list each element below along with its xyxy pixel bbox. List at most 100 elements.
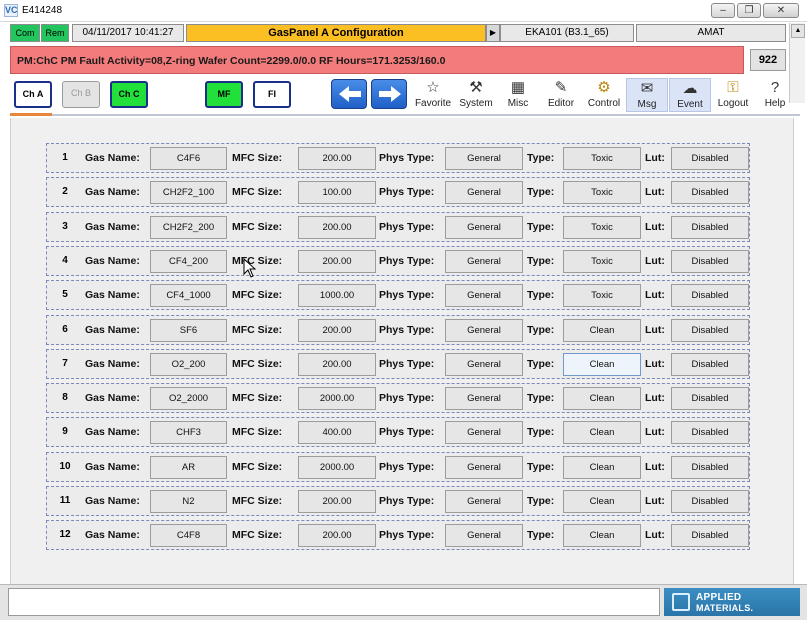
type-label: Type: bbox=[527, 255, 555, 267]
phys-type-label: Phys Type: bbox=[379, 495, 435, 507]
editor-button[interactable]: ✎ Editor bbox=[540, 78, 582, 112]
type-field[interactable]: Toxic bbox=[563, 250, 641, 273]
mfc-size-field[interactable]: 400.00 bbox=[298, 421, 376, 444]
com-indicator[interactable]: Com bbox=[10, 24, 40, 42]
gas-name-label: Gas Name: bbox=[85, 358, 140, 370]
favorite-button[interactable]: ☆ Favorite bbox=[412, 78, 454, 112]
phys-type-field[interactable]: General bbox=[445, 490, 523, 513]
gas-name-field[interactable]: AR bbox=[150, 456, 227, 479]
vendor-display: AMAT bbox=[636, 24, 786, 42]
row-number: 6 bbox=[62, 324, 68, 335]
mfc-size-field[interactable]: 200.00 bbox=[298, 490, 376, 513]
lut-field[interactable]: Disabled bbox=[671, 421, 749, 444]
restore-button[interactable]: ❐ bbox=[737, 3, 761, 18]
chamber-c-button[interactable]: Ch C bbox=[110, 81, 148, 108]
forward-button[interactable] bbox=[371, 79, 407, 109]
phys-type-field[interactable]: General bbox=[445, 181, 523, 204]
lut-field[interactable]: Disabled bbox=[671, 319, 749, 342]
lut-field[interactable]: Disabled bbox=[671, 147, 749, 170]
lut-label: Lut: bbox=[645, 221, 665, 233]
phys-type-field[interactable]: General bbox=[445, 284, 523, 307]
type-field[interactable]: Clean bbox=[563, 456, 641, 479]
minimize-button[interactable]: – bbox=[711, 3, 735, 18]
mfc-size-field[interactable]: 200.00 bbox=[298, 147, 376, 170]
msg-label: Msg bbox=[637, 99, 657, 110]
close-button[interactable]: ✕ bbox=[763, 3, 799, 18]
help-label: Help bbox=[764, 98, 786, 109]
gas-name-field[interactable]: CH2F2_100 bbox=[150, 181, 227, 204]
gas-name-field[interactable]: CF4_200 bbox=[150, 250, 227, 273]
gas-name-field[interactable]: CF4_1000 bbox=[150, 284, 227, 307]
mf-button[interactable]: MF bbox=[205, 81, 243, 108]
gas-name-label: Gas Name: bbox=[85, 392, 140, 404]
type-field[interactable]: Toxic bbox=[563, 216, 641, 239]
type-label: Type: bbox=[527, 289, 555, 301]
mfc-size-field[interactable]: 200.00 bbox=[298, 250, 376, 273]
mfc-size-field[interactable]: 200.00 bbox=[298, 353, 376, 376]
lut-field[interactable]: Disabled bbox=[671, 490, 749, 513]
gas-name-field[interactable]: CH2F2_200 bbox=[150, 216, 227, 239]
lut-field[interactable]: Disabled bbox=[671, 250, 749, 273]
gas-name-field[interactable]: SF6 bbox=[150, 319, 227, 342]
logout-button[interactable]: ⚿ Logout bbox=[712, 78, 754, 112]
back-button[interactable] bbox=[331, 79, 367, 109]
rem-indicator[interactable]: Rem bbox=[41, 24, 69, 42]
gas-name-field[interactable]: C4F6 bbox=[150, 147, 227, 170]
type-field[interactable]: Clean bbox=[563, 353, 641, 376]
fault-banner[interactable]: PM:ChC PM Fault Activity=08,Z-ring Wafer… bbox=[10, 46, 744, 74]
type-field[interactable]: Clean bbox=[563, 387, 641, 410]
lut-field[interactable]: Disabled bbox=[671, 387, 749, 410]
phys-type-field[interactable]: General bbox=[445, 524, 523, 547]
lut-field[interactable]: Disabled bbox=[671, 284, 749, 307]
misc-button[interactable]: ▦ Misc bbox=[497, 78, 539, 112]
gas-name-field[interactable]: O2_200 bbox=[150, 353, 227, 376]
fi-button[interactable]: FI bbox=[253, 81, 291, 108]
phys-type-field[interactable]: General bbox=[445, 319, 523, 342]
help-button[interactable]: ? Help bbox=[754, 78, 796, 112]
message-box[interactable] bbox=[8, 588, 660, 616]
lut-field[interactable]: Disabled bbox=[671, 456, 749, 479]
phys-type-field[interactable]: General bbox=[445, 421, 523, 444]
system-button[interactable]: ⚒ System bbox=[455, 78, 497, 112]
lut-field[interactable]: Disabled bbox=[671, 353, 749, 376]
mfc-size-field[interactable]: 2000.00 bbox=[298, 456, 376, 479]
chamber-a-button[interactable]: Ch A bbox=[14, 81, 52, 108]
phys-type-field[interactable]: General bbox=[445, 147, 523, 170]
gas-name-field[interactable]: C4F8 bbox=[150, 524, 227, 547]
msg-button[interactable]: ✉ Msg bbox=[626, 78, 668, 112]
lut-field[interactable]: Disabled bbox=[671, 216, 749, 239]
event-button[interactable]: ☁ Event bbox=[669, 78, 711, 112]
phys-type-label: Phys Type: bbox=[379, 289, 435, 301]
mfc-size-field[interactable]: 1000.00 bbox=[298, 284, 376, 307]
type-field[interactable]: Toxic bbox=[563, 181, 641, 204]
gas-name-field[interactable]: N2 bbox=[150, 490, 227, 513]
type-field[interactable]: Clean bbox=[563, 490, 641, 513]
type-field[interactable]: Toxic bbox=[563, 284, 641, 307]
phys-type-field[interactable]: General bbox=[445, 250, 523, 273]
phys-type-field[interactable]: General bbox=[445, 387, 523, 410]
gas-name-field[interactable]: O2_2000 bbox=[150, 387, 227, 410]
mfc-size-field[interactable]: 200.00 bbox=[298, 319, 376, 342]
type-field[interactable]: Clean bbox=[563, 319, 641, 342]
phys-type-field[interactable]: General bbox=[445, 353, 523, 376]
phys-type-field[interactable]: General bbox=[445, 216, 523, 239]
gas-name-field[interactable]: CHF3 bbox=[150, 421, 227, 444]
mfc-size-field[interactable]: 2000.00 bbox=[298, 387, 376, 410]
phys-type-field[interactable]: General bbox=[445, 456, 523, 479]
type-field[interactable]: Clean bbox=[563, 421, 641, 444]
scroll-up-icon[interactable]: ▲ bbox=[791, 24, 805, 38]
type-field[interactable]: Clean bbox=[563, 524, 641, 547]
chamber-b-button[interactable]: Ch B bbox=[62, 81, 100, 108]
page-menu-arrow-icon[interactable]: ▶ bbox=[486, 24, 500, 42]
applied-materials-logo: APPLIED MATERIALS. bbox=[664, 588, 800, 616]
type-field[interactable]: Toxic bbox=[563, 147, 641, 170]
mfc-size-field[interactable]: 100.00 bbox=[298, 181, 376, 204]
type-label: Type: bbox=[527, 221, 555, 233]
fault-count-badge[interactable]: 922 bbox=[750, 49, 786, 71]
gas-name-label: Gas Name: bbox=[85, 461, 140, 473]
lut-field[interactable]: Disabled bbox=[671, 524, 749, 547]
control-button[interactable]: ⚙ Control bbox=[583, 78, 625, 112]
mfc-size-field[interactable]: 200.00 bbox=[298, 216, 376, 239]
lut-field[interactable]: Disabled bbox=[671, 181, 749, 204]
mfc-size-field[interactable]: 200.00 bbox=[298, 524, 376, 547]
